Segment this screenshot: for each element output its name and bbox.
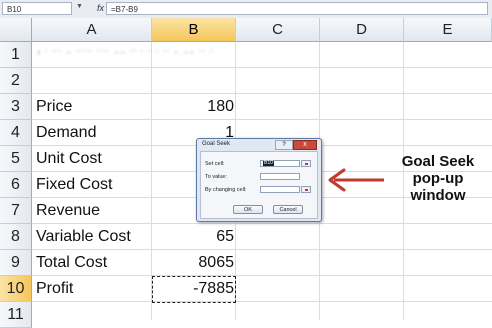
formula-bar: B10 ▼ fx =B7-B9 [0,0,492,19]
active-cell-marquee [152,276,236,303]
row-header-11[interactable]: 11 [0,302,32,328]
row-header-1[interactable]: 1 [0,42,32,68]
row-header-5[interactable]: 5 [0,146,32,172]
cell-b3-value[interactable]: 180 [152,94,234,120]
cell-a7-label[interactable]: Revenue [36,198,100,224]
help-button[interactable]: ? [275,140,293,150]
column-header-d[interactable]: D [320,18,404,42]
close-button[interactable]: x [293,140,317,150]
cell-b8-value[interactable]: 65 [152,224,234,250]
cell-a3-label[interactable]: Price [36,94,72,120]
cell-a9-label[interactable]: Total Cost [36,250,107,276]
row-header-9[interactable]: 9 [0,250,32,276]
goal-seek-dialog[interactable]: Goal Seek ? x Set cell: B10 To value: By… [196,138,322,222]
formula-input[interactable]: =B7-B9 [106,2,488,15]
column-header-c[interactable]: C [236,18,320,42]
annotation-callout: Goal Seek pop-up window [386,153,490,204]
set-cell-input[interactable]: B10 [260,160,300,167]
cell-b9-value[interactable]: 8065 [152,250,234,276]
row-header-2[interactable]: 2 [0,68,32,94]
set-cell-value: B10 [263,160,274,166]
set-cell-label: Set cell: [205,161,225,167]
sheet-title-blurred: l ' ''' ~ ''''' '''' ~~ '' ' ' ' '' ~ ~~… [38,50,214,57]
cell-a8-label[interactable]: Variable Cost [36,224,131,250]
cell-a5-label[interactable]: Unit Cost [36,146,102,172]
gridline [32,119,492,120]
collapse-dialog-icon[interactable] [301,186,311,193]
arrow-left-icon [328,168,384,192]
cell-a4-label[interactable]: Demand [36,120,96,146]
row-header-7[interactable]: 7 [0,198,32,224]
annotation-line-3: window [410,187,466,204]
dialog-body: Set cell: B10 To value: By changing cell… [200,151,318,219]
column-header-b[interactable]: B [152,18,236,42]
gridline [32,93,492,94]
select-all-corner[interactable] [0,18,32,42]
changing-cell-input[interactable] [260,186,300,193]
annotation-line-2: pop-up [412,170,464,187]
cancel-button[interactable]: Cancel [273,205,303,214]
row-header-4[interactable]: 4 [0,120,32,146]
column-header-e[interactable]: E [404,18,492,42]
to-value-input[interactable] [260,173,300,180]
cell-a10-label[interactable]: Profit [36,276,73,302]
ok-button[interactable]: OK [233,205,263,214]
function-icon[interactable]: fx [97,3,104,13]
row-header-8[interactable]: 8 [0,224,32,250]
annotation-line-1: Goal Seek [401,153,475,170]
gridline [32,67,492,68]
dialog-title: Goal Seek [202,141,231,147]
row-header-3[interactable]: 3 [0,94,32,120]
to-value-label: To value: [205,174,228,180]
row-header-10[interactable]: 10 [0,276,32,302]
row-header-6[interactable]: 6 [0,172,32,198]
gridline [32,301,492,302]
cell-a6-label[interactable]: Fixed Cost [36,172,112,198]
name-box[interactable]: B10 [2,2,72,15]
changing-cell-label: By changing cell: [205,187,247,193]
collapse-dialog-icon[interactable] [301,160,311,167]
column-header-a[interactable]: A [32,18,152,42]
chevron-down-icon[interactable]: ▼ [76,3,83,10]
